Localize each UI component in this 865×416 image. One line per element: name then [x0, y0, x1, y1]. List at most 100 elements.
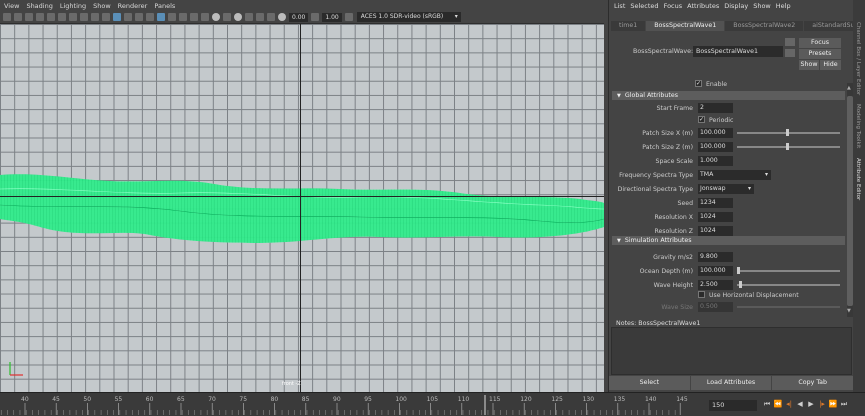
bookmark-icon[interactable]	[25, 13, 33, 21]
resolution-z-field[interactable]: 1024	[698, 226, 733, 236]
focus-button[interactable]: Focus	[799, 38, 841, 48]
copy-tab-button[interactable]: Copy Tab	[772, 376, 854, 390]
patch-size-z-slider-handle[interactable]	[786, 143, 789, 150]
depth-of-field-icon[interactable]	[223, 13, 231, 21]
exposure-field[interactable]: 0.00	[289, 12, 309, 22]
step-forward-key-icon[interactable]: ⏩	[828, 399, 838, 410]
ocean-depth-slider[interactable]	[737, 270, 840, 272]
wireframe-icon[interactable]	[113, 13, 121, 21]
use-all-lights-icon[interactable]	[168, 13, 176, 21]
camera-attributes-icon[interactable]	[14, 13, 22, 21]
screen-space-ao-icon[interactable]	[190, 13, 198, 21]
gate-mask-icon[interactable]	[80, 13, 88, 21]
color-space-dropdown[interactable]: ACES 1.0 SDR-video (sRGB)	[356, 12, 461, 22]
ocean-depth-field[interactable]: 100.000	[698, 266, 733, 276]
ae-menu-show[interactable]: Show	[753, 2, 771, 10]
gamma-icon[interactable]	[311, 13, 320, 21]
wireframe-on-shaded-icon[interactable]	[146, 13, 154, 21]
scroll-up-icon[interactable]: ▲	[847, 85, 851, 91]
gamma-field[interactable]: 1.00	[322, 12, 342, 22]
wave-height-field[interactable]: 2.500	[698, 280, 733, 290]
wave-size-slider[interactable]	[737, 306, 840, 308]
menu-lighting[interactable]: Lighting	[60, 2, 86, 10]
tab-bossspectralwave1[interactable]: BossSpectralWave1	[646, 21, 725, 31]
smooth-shade-icon[interactable]	[124, 13, 132, 21]
horizontal-displacement-checkbox[interactable]	[698, 291, 705, 298]
scroll-down-icon[interactable]: ▼	[847, 308, 851, 314]
menu-panels[interactable]: Panels	[154, 2, 175, 10]
ae-menu-help[interactable]: Help	[776, 2, 791, 10]
patch-size-x-field[interactable]: 100.000	[698, 128, 733, 138]
simulation-attributes-header[interactable]: ▼ Simulation Attributes	[612, 236, 845, 245]
image-plane-icon[interactable]	[36, 13, 44, 21]
show-button[interactable]: Show	[799, 60, 819, 70]
notes-textarea[interactable]	[611, 327, 852, 375]
directional-spectra-dropdown[interactable]: Jonswap	[698, 184, 754, 194]
default-material-icon[interactable]	[135, 13, 143, 21]
periodic-checkbox[interactable]: ✓	[698, 116, 705, 123]
step-forward-icon[interactable]: |▸	[817, 399, 827, 410]
xray-icon[interactable]	[245, 13, 253, 21]
wave-height-slider[interactable]	[737, 284, 840, 286]
xray-joints-icon[interactable]	[256, 13, 264, 21]
film-gate-icon[interactable]	[58, 13, 66, 21]
current-frame-field[interactable]: 150	[709, 400, 757, 411]
tab-bossspectralwave2[interactable]: BossSpectralWave2	[725, 21, 804, 31]
enable-checkbox[interactable]: ✓	[695, 80, 702, 87]
menu-shading[interactable]: Shading	[26, 2, 52, 10]
select-button[interactable]: Select	[609, 376, 690, 390]
xray-components-icon[interactable]	[267, 13, 275, 21]
camera-select-icon[interactable]	[3, 13, 11, 21]
isolate-select-icon[interactable]	[234, 13, 242, 21]
ae-menu-display[interactable]: Display	[724, 2, 748, 10]
color-management-icon[interactable]	[344, 13, 353, 21]
resolution-gate-icon[interactable]	[69, 13, 77, 21]
gravity-field[interactable]: 9.800	[698, 252, 733, 262]
current-time-marker[interactable]	[484, 395, 486, 415]
play-back-icon[interactable]: ◀	[795, 399, 805, 410]
patch-size-z-field[interactable]: 100.000	[698, 142, 733, 152]
resolution-x-field[interactable]: 1024	[698, 212, 733, 222]
ae-menu-list[interactable]: List	[614, 2, 625, 10]
grid-toggle-icon[interactable]	[47, 13, 55, 21]
exposure-icon[interactable]	[278, 13, 286, 21]
node-name-field[interactable]: BossSpectralWave1	[693, 46, 783, 57]
step-back-key-icon[interactable]: ⏪	[773, 399, 783, 410]
safe-action-icon[interactable]	[102, 13, 110, 21]
ocean-depth-slider-handle[interactable]	[737, 267, 740, 274]
ae-menu-selected[interactable]: Selected	[630, 2, 658, 10]
modeling-toolkit-tab[interactable]: Modeling Toolkit	[855, 104, 861, 148]
step-back-icon[interactable]: ◂|	[784, 399, 794, 410]
menu-renderer[interactable]: Renderer	[118, 2, 148, 10]
play-forward-icon[interactable]: ▶	[806, 399, 816, 410]
motion-blur-icon[interactable]	[201, 13, 209, 21]
global-attributes-header[interactable]: ▼ Global Attributes	[612, 91, 845, 100]
output-connections-icon[interactable]	[785, 49, 795, 57]
wave-height-slider-handle[interactable]	[739, 281, 742, 288]
field-chart-icon[interactable]	[91, 13, 99, 21]
menu-view[interactable]: View	[4, 2, 19, 10]
presets-button[interactable]: Presets	[799, 49, 841, 59]
shadows-icon[interactable]	[179, 13, 187, 21]
attribute-editor-tab[interactable]: Attribute Editor	[855, 158, 861, 200]
seed-field[interactable]: 1234	[698, 198, 733, 208]
viewport-grid[interactable]: front -Z	[0, 24, 604, 392]
tab-time1[interactable]: time1	[611, 21, 646, 31]
ae-menu-focus[interactable]: Focus	[664, 2, 683, 10]
space-scale-field[interactable]: 1.000	[698, 156, 733, 166]
hide-button[interactable]: Hide	[820, 60, 841, 70]
wave-size-field[interactable]: 0.500	[698, 302, 733, 312]
load-attributes-button[interactable]: Load Attributes	[690, 376, 772, 390]
patch-size-x-slider-handle[interactable]	[786, 129, 789, 136]
textured-icon[interactable]	[157, 13, 165, 21]
start-frame-field[interactable]: 2	[698, 103, 733, 113]
input-connections-icon[interactable]	[785, 38, 795, 46]
go-end-icon[interactable]: ⏭	[839, 399, 849, 410]
menu-show[interactable]: Show	[93, 2, 111, 10]
antialiasing-icon[interactable]	[212, 13, 220, 21]
channel-box-tab[interactable]: Channel Box / Layer Editor	[855, 22, 861, 95]
ae-menu-attributes[interactable]: Attributes	[687, 2, 719, 10]
time-ruler[interactable]: 40 45 50 55 60 65 70 75 80 85 90 95 100 105 110 115 120 1…	[0, 393, 704, 416]
go-start-icon[interactable]: ⏮	[762, 399, 772, 410]
frequency-spectra-dropdown[interactable]: TMA	[698, 170, 771, 180]
